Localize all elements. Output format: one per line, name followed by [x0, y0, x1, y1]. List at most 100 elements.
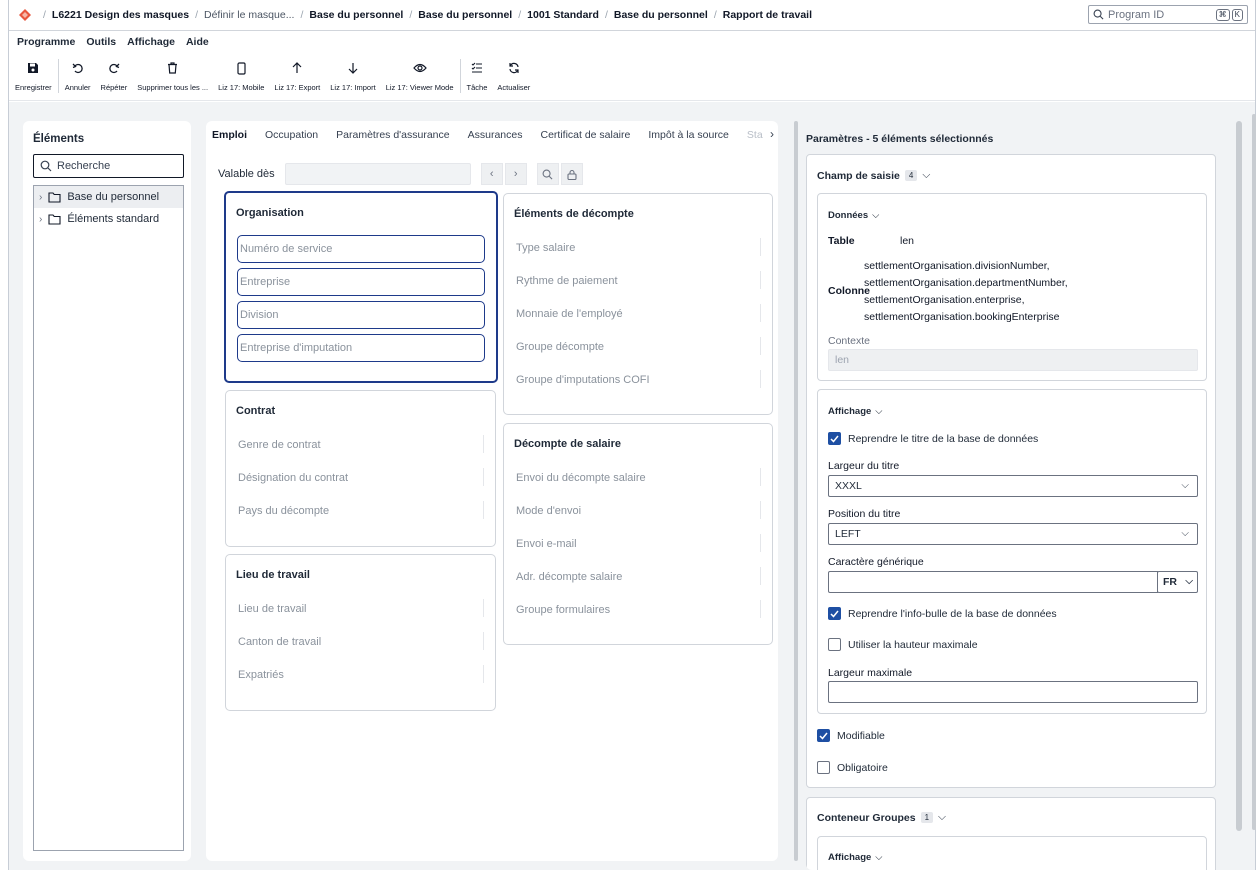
- tab-occupation[interactable]: Occupation: [265, 129, 318, 149]
- checkbox-reprendre-titre[interactable]: Reprendre le titre de la base de données: [828, 432, 1038, 445]
- viewer-mode-button[interactable]: Liz 17: Viewer Mode: [386, 55, 454, 99]
- parameters-scrollbar[interactable]: [1236, 121, 1242, 831]
- group-contrat[interactable]: Contrat Genre de contrat Désignation du …: [225, 390, 496, 547]
- checkbox-unchecked-icon[interactable]: [817, 761, 830, 774]
- group-elements-decompte[interactable]: Éléments de décompte Type salaire Rythme…: [503, 193, 773, 415]
- checkbox-unchecked-icon[interactable]: [828, 638, 841, 651]
- tab-certificat-salaire[interactable]: Certificat de salaire: [540, 129, 630, 149]
- field-groupe-imputations-cofi[interactable]: Groupe d'imputations COFI: [516, 374, 650, 386]
- field-division[interactable]: Division: [237, 301, 485, 329]
- field-adr-decompte-salaire[interactable]: Adr. décompte salaire: [516, 571, 622, 583]
- folder-icon: [48, 213, 61, 225]
- save-button[interactable]: Enregistrer: [15, 55, 52, 99]
- breadcrumb-item[interactable]: Base du personnel: [418, 9, 512, 21]
- redo-button[interactable]: Répéter: [101, 55, 127, 99]
- field-designation-contrat[interactable]: Désignation du contrat: [238, 472, 348, 484]
- affichage-header[interactable]: Affichage ⌵: [828, 852, 883, 863]
- breadcrumb-item[interactable]: Rapport de travail: [723, 9, 812, 21]
- field-genre-contrat[interactable]: Genre de contrat: [238, 439, 321, 451]
- tree-item-elements-standard[interactable]: › Éléments standard: [34, 208, 183, 230]
- undo-button[interactable]: Annuler: [65, 55, 91, 99]
- tab-emploi[interactable]: Emploi: [212, 129, 247, 149]
- donnees-header[interactable]: Données ⌵: [828, 210, 879, 221]
- lock-button[interactable]: [560, 163, 583, 185]
- largeur-maximale-input[interactable]: [828, 681, 1198, 703]
- search-icon: [542, 169, 553, 179]
- search-icon: [1093, 9, 1104, 20]
- checkbox-obligatoire[interactable]: Obligatoire: [817, 761, 888, 774]
- tab-parametres-assurance[interactable]: Paramètres d'assurance: [336, 129, 449, 149]
- mobile-button[interactable]: Liz 17: Mobile: [218, 55, 264, 99]
- elements-search-input[interactable]: Recherche: [33, 154, 184, 178]
- field-canton-travail[interactable]: Canton de travail: [238, 636, 321, 648]
- field-pays-decompte[interactable]: Pays du décompte: [238, 505, 329, 517]
- field-rythme-paiement[interactable]: Rythme de paiement: [516, 275, 618, 287]
- breadcrumb-item[interactable]: Base du personnel: [309, 9, 403, 21]
- window-scrollbar[interactable]: [1252, 114, 1256, 830]
- field-envoi-email[interactable]: Envoi e-mail: [516, 538, 577, 550]
- breadcrumb-item[interactable]: 1001 Standard: [527, 9, 599, 21]
- checkbox-modifiable[interactable]: Modifiable: [817, 729, 885, 742]
- field-groupe-formulaires[interactable]: Groupe formulaires: [516, 604, 610, 616]
- chevron-down-icon[interactable]: ⌵: [938, 811, 946, 824]
- field-mode-envoi[interactable]: Mode d'envoi: [516, 505, 581, 517]
- tab-assurances[interactable]: Assurances: [468, 129, 523, 149]
- field-entreprise[interactable]: Entreprise: [237, 268, 485, 296]
- import-button[interactable]: Liz 17: Import: [330, 55, 376, 99]
- group-decompte-salaire[interactable]: Décompte de salaire Envoi du décompte sa…: [503, 423, 773, 645]
- menu-affichage[interactable]: Affichage: [127, 36, 175, 48]
- breadcrumb-item[interactable]: Définir le masque...: [204, 9, 294, 21]
- refresh-button[interactable]: Actualiser: [497, 55, 530, 99]
- search-date-button[interactable]: [536, 163, 559, 185]
- arrow-up-icon: [292, 59, 302, 77]
- caractere-generique-label: Caractère générique: [828, 556, 924, 568]
- chevron-right-icon[interactable]: ›: [39, 214, 42, 225]
- menu-outils[interactable]: Outils: [86, 36, 116, 48]
- arrow-down-icon: [348, 59, 358, 77]
- field-groupe-decompte[interactable]: Groupe décompte: [516, 341, 604, 353]
- checkbox-checked-icon[interactable]: [828, 432, 841, 445]
- chevron-down-icon: ⌵: [875, 406, 883, 417]
- group-title: Décompte de salaire: [514, 438, 621, 450]
- conteneur-groupes-header[interactable]: Conteneur Groupes 1 ⌵: [817, 811, 946, 824]
- next-date-button[interactable]: ›: [504, 163, 527, 185]
- checkbox-reprendre-infobulle[interactable]: Reprendre l'info-bulle de la base de don…: [828, 607, 1057, 620]
- position-titre-select[interactable]: LEFT ⌵: [828, 523, 1198, 545]
- program-search-input[interactable]: Program ID ⌘ K: [1088, 5, 1248, 24]
- checkbox-hauteur-maximale[interactable]: Utiliser la hauteur maximale: [828, 638, 978, 651]
- chevron-down-icon[interactable]: ⌵: [922, 169, 930, 182]
- field-expatries[interactable]: Expatriés: [238, 669, 284, 681]
- menu-aide[interactable]: Aide: [186, 36, 209, 48]
- field-type-salaire[interactable]: Type salaire: [516, 242, 575, 254]
- prev-date-button[interactable]: ‹: [480, 163, 503, 185]
- task-button[interactable]: Tâche: [467, 55, 487, 99]
- caractere-generique-input[interactable]: [828, 571, 1158, 593]
- field-entreprise-imputation[interactable]: Entreprise d'imputation: [237, 334, 485, 362]
- field-monnaie-employe[interactable]: Monnaie de l'employé: [516, 308, 623, 320]
- field-numero-service[interactable]: Numéro de service: [237, 235, 485, 263]
- group-organisation[interactable]: Organisation Numéro de service Entrepris…: [224, 191, 498, 383]
- menu-programme[interactable]: Programme: [17, 36, 75, 48]
- checkbox-checked-icon[interactable]: [817, 729, 830, 742]
- breadcrumb-item[interactable]: L6221 Design des masques: [52, 9, 189, 21]
- delete-all-button[interactable]: Supprimer tous les ...: [137, 55, 208, 99]
- field-envoi-decompte-salaire[interactable]: Envoi du décompte salaire: [516, 472, 646, 484]
- tabs-scroll-right-icon[interactable]: ›: [770, 127, 774, 141]
- chevron-right-icon[interactable]: ›: [39, 192, 42, 203]
- export-button[interactable]: Liz 17: Export: [274, 55, 320, 99]
- breadcrumb-item[interactable]: Base du personnel: [614, 9, 708, 21]
- language-select[interactable]: FR ⌵: [1157, 571, 1198, 593]
- champ-saisie-header[interactable]: Champ de saisie 4 ⌵: [817, 169, 930, 182]
- tab-more[interactable]: Sta: [747, 129, 763, 149]
- field-lieu-travail[interactable]: Lieu de travail: [238, 603, 307, 615]
- affichage-header[interactable]: Affichage ⌵: [828, 406, 883, 417]
- checkbox-checked-icon[interactable]: [828, 607, 841, 620]
- checklist-icon: [471, 59, 483, 77]
- valid-from-input[interactable]: [284, 163, 471, 185]
- tree-item-base-du-personnel[interactable]: › Base du personnel: [34, 186, 183, 208]
- editor-scrollbar[interactable]: [794, 121, 798, 861]
- tab-impot-source[interactable]: Impôt à la source: [648, 129, 729, 149]
- largeur-titre-select[interactable]: XXXL ⌵: [828, 475, 1198, 497]
- column-value: settlementOrganisation.bookingEnterprise: [864, 311, 1060, 323]
- group-lieu-travail[interactable]: Lieu de travail Lieu de travail Canton d…: [225, 554, 496, 711]
